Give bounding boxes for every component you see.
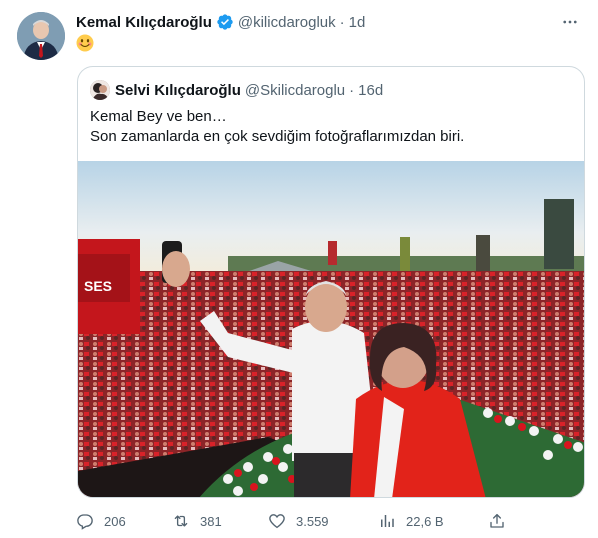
quoted-separator-dot: · [349, 81, 355, 99]
views-button[interactable]: 22,6 B [378, 512, 488, 530]
author-name[interactable]: Kemal Kılıçdaroğlu [76, 14, 212, 31]
reply-button[interactable]: 206 [76, 512, 172, 530]
share-icon [490, 513, 504, 528]
author-avatar-image [17, 12, 65, 60]
quoted-text-line-2: Son zamanlarda en çok sevdiğim fotoğrafl… [90, 128, 465, 145]
like-button[interactable]: 3.559 [268, 512, 378, 530]
analytics-bars-icon [381, 515, 394, 527]
tweet-text [76, 34, 94, 58]
quoted-tweet-photo[interactable]: SES [78, 161, 585, 498]
more-dots-icon [563, 20, 577, 24]
retweet-button[interactable]: 381 [172, 512, 268, 530]
quoted-text-line-1: Kemal Bey ve ben… [90, 108, 227, 125]
reply-icon [77, 514, 93, 530]
tweet-actions-bar: 206 381 3.559 22,6 B [76, 510, 516, 532]
separator-dot: · [339, 13, 345, 31]
reply-count: 206 [104, 513, 126, 529]
quoted-author-name: Selvi Kılıçdaroğlu [115, 81, 241, 99]
retweet-count: 381 [200, 513, 222, 529]
quoted-tweet-header: Selvi Kılıçdaroğlu @Skilicdaroglu · 16d [90, 80, 383, 100]
quoted-author-avatar [90, 80, 110, 100]
share-button[interactable] [488, 512, 506, 530]
retweet-icon [174, 515, 188, 527]
quoted-author-handle: @Skilicdaroglu [244, 81, 346, 99]
tweet-timestamp[interactable]: 1d [349, 14, 366, 31]
more-options-button[interactable] [558, 10, 582, 34]
quoted-tweet-card[interactable]: Selvi Kılıçdaroğlu @Skilicdaroglu · 16d … [77, 66, 585, 498]
tweet-header: Kemal Kılıçdaroğlu @kilicdarogluk · 1d [76, 12, 582, 32]
author-avatar[interactable] [17, 12, 65, 60]
quoted-tweet-timestamp: 16d [358, 81, 384, 99]
verified-badge-icon [216, 13, 234, 31]
banner-text: SES [84, 278, 112, 294]
view-count: 22,6 B [406, 513, 444, 529]
heart-icon [269, 514, 285, 529]
quoted-tweet-text: Kemal Bey ve ben… Son zamanlarda en çok … [90, 107, 464, 147]
like-count: 3.559 [296, 513, 329, 529]
author-handle[interactable]: @kilicdarogluk [238, 14, 336, 31]
smiling-face-emoji-icon [76, 34, 94, 52]
